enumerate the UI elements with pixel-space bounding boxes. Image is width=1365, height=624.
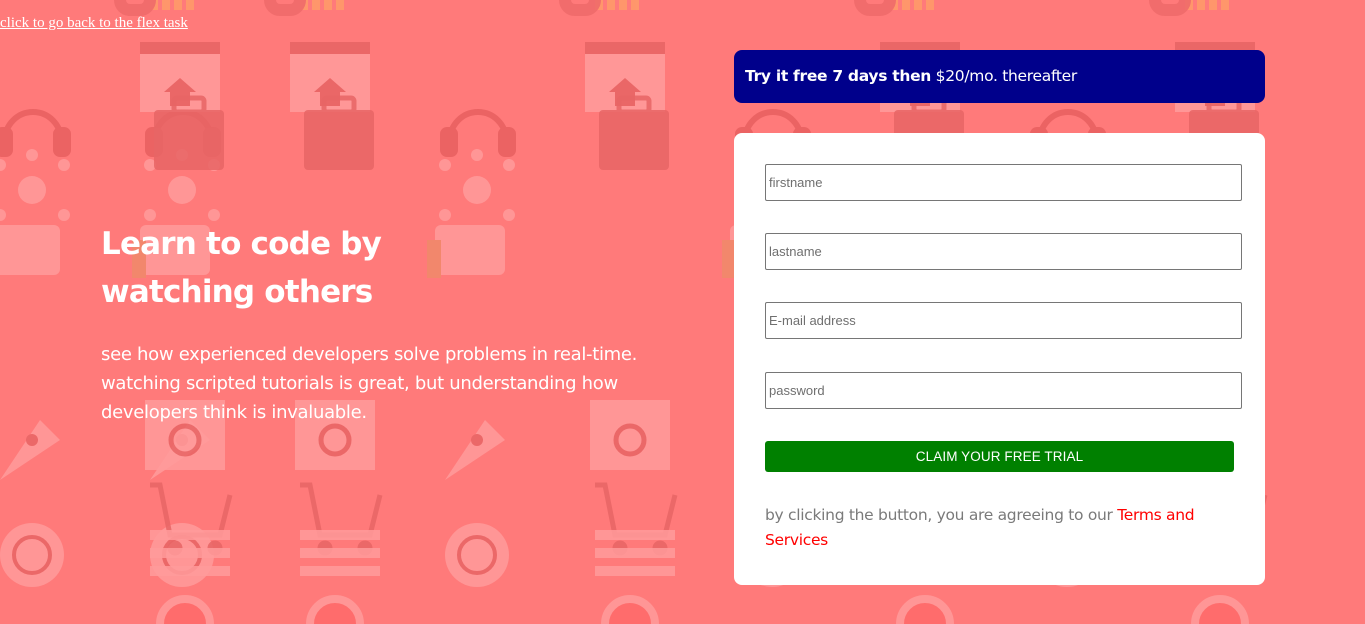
firstname-input[interactable] — [765, 164, 1242, 201]
terms-prefix-text: by clicking the button, you are agreeing… — [765, 506, 1113, 524]
claim-free-trial-button[interactable]: CLAIM YOUR FREE TRIAL — [765, 441, 1234, 472]
hero-section: Learn to code by watching others see how… — [101, 220, 701, 427]
lastname-input[interactable] — [765, 233, 1242, 270]
signup-form-card: CLAIM YOUR FREE TRIAL by clicking the bu… — [734, 133, 1265, 585]
promo-banner: Try it free 7 days then $20/mo. thereaft… — [734, 50, 1265, 103]
terms-notice: by clicking the button, you are agreeing… — [765, 503, 1245, 553]
promo-price-text: $20/mo. thereafter — [935, 67, 1078, 85]
email-input[interactable] — [765, 302, 1242, 339]
promo-bold-text: Try it free 7 days then — [745, 67, 932, 85]
hero-title: Learn to code by watching others — [101, 226, 382, 310]
back-to-flex-task-link[interactable]: click to go back to the flex task — [0, 15, 188, 32]
password-input[interactable] — [765, 372, 1242, 409]
hero-description: see how experienced developers solve pro… — [101, 344, 638, 423]
